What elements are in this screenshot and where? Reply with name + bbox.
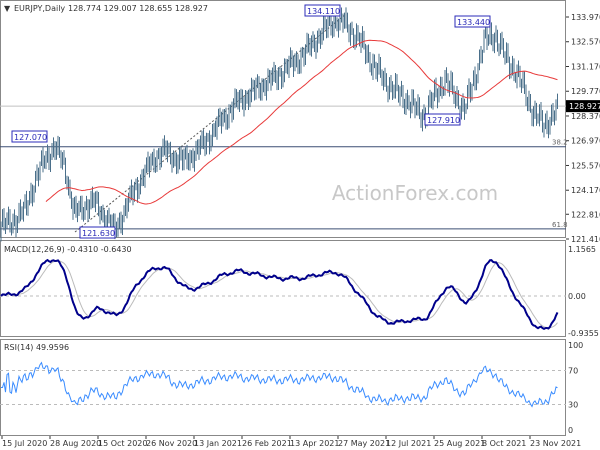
rsi-tick-label: 30 bbox=[568, 401, 578, 410]
price-tick-label: 129.770 bbox=[571, 87, 600, 96]
macd-tick-label: 1.1565 bbox=[568, 245, 596, 254]
x-tick-label: 13 Apr 2021 bbox=[290, 439, 339, 448]
chart-svg: ActionForex.com ▼ EURJPY,Daily 128.774 1… bbox=[0, 0, 600, 448]
price-tick-label: 125.570 bbox=[571, 161, 600, 170]
x-tick-label: 8 Oct 2021 bbox=[482, 439, 526, 448]
x-tick-label: 15 Jul 2020 bbox=[2, 439, 47, 448]
symbol-label: EURJPY,Daily bbox=[14, 4, 65, 13]
price-tick-label: 133.970 bbox=[571, 13, 600, 22]
chart-window: ActionForex.com ▼ EURJPY,Daily 128.774 1… bbox=[0, 0, 600, 450]
x-tick-label: 28 Aug 2020 bbox=[50, 439, 101, 448]
price-tick-label: 131.170 bbox=[571, 62, 600, 71]
fib-label: 61.8 bbox=[552, 221, 568, 229]
macd-tick-label: -0.9355 bbox=[568, 329, 599, 338]
price-tick-label: 128.370 bbox=[571, 112, 600, 121]
price-tick-label: 124.170 bbox=[571, 186, 600, 195]
last-price-label: 128.927 bbox=[569, 102, 600, 111]
x-tick-label: 12 Jul 2021 bbox=[386, 439, 431, 448]
x-tick-label: 25 Aug 2021 bbox=[434, 439, 485, 448]
trendline bbox=[74, 14, 346, 233]
macd-title: MACD(12,26,9) -0.4310 -0.6430 bbox=[4, 245, 132, 254]
rsi-title: RSI(14) 49.9596 bbox=[4, 343, 69, 352]
price-annotation: 133.440 bbox=[457, 18, 490, 27]
rsi-tick-label: 100 bbox=[568, 341, 583, 350]
x-tick-label: 23 Nov 2021 bbox=[530, 439, 581, 448]
x-tick-label: 13 Jan 2021 bbox=[194, 439, 242, 448]
rsi-tick-label: 0 bbox=[568, 426, 573, 435]
macd-tick-label: 0.00 bbox=[568, 292, 586, 301]
x-tick-label: 26 Nov 2020 bbox=[146, 439, 197, 448]
rsi-tick-label: 70 bbox=[568, 367, 578, 376]
rsi-line bbox=[1, 361, 558, 408]
header-triangle-icon[interactable]: ▼ bbox=[4, 4, 11, 13]
ohlc-readout: 128.774 129.007 128.655 128.927 bbox=[68, 4, 208, 13]
price-tick-label: 132.570 bbox=[571, 38, 600, 47]
price-tick-label: 122.810 bbox=[571, 210, 600, 219]
rsi-panel bbox=[0, 339, 566, 436]
macd-panel bbox=[0, 240, 566, 337]
price-tick-label: 126.970 bbox=[571, 137, 600, 146]
price-tick-label: 121.410 bbox=[571, 235, 600, 244]
fib-label: 38.2 bbox=[552, 139, 568, 147]
moving-average-line bbox=[45, 39, 558, 205]
price-annotation: 127.910 bbox=[427, 116, 460, 125]
x-tick-label: 27 May 2021 bbox=[338, 439, 390, 448]
price-annotation: 127.070 bbox=[14, 133, 47, 142]
watermark: ActionForex.com bbox=[332, 181, 498, 205]
macd-line bbox=[0, 258, 559, 330]
x-tick-label: 26 Feb 2021 bbox=[242, 439, 292, 448]
x-tick-label: 15 Oct 2020 bbox=[98, 439, 147, 448]
price-annotation: 134.110 bbox=[307, 7, 340, 16]
price-annotation: 121.630 bbox=[82, 229, 115, 238]
